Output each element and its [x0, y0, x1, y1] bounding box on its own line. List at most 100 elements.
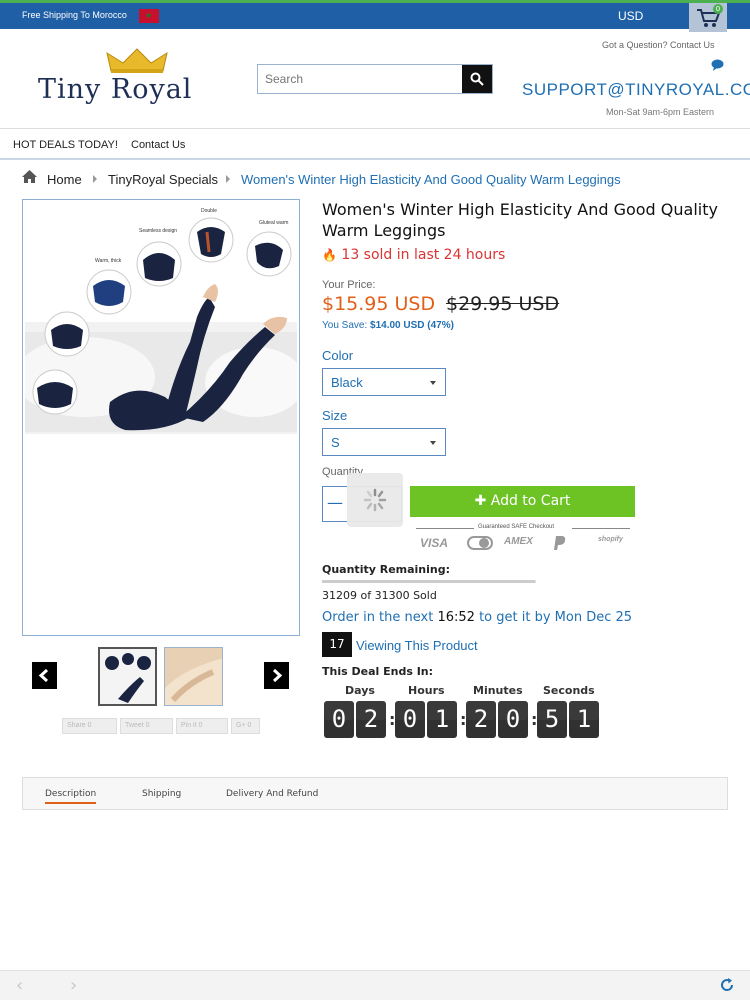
shopify-icon: shopify — [598, 536, 623, 543]
product-photo: Double Seamless design Warm, thick Glute… — [25, 202, 297, 434]
countdown-digit: 2 — [466, 701, 496, 738]
add-to-cart-label: Add to Cart — [490, 493, 571, 509]
delivery-estimate: Order in the next 16:52 to get it by Mon… — [322, 610, 632, 625]
breadcrumb-current: Women's Winter High Elasticity And Good … — [241, 172, 621, 187]
twitter-share-button[interactable]: Tweet 0 — [120, 718, 173, 734]
image-callout-double: Double — [201, 208, 217, 214]
leggings-thumbnail-image — [100, 649, 155, 704]
breadcrumb-separator — [93, 175, 97, 183]
top-bar: Free Shipping To Morocco ★ USD 0 — [0, 0, 750, 32]
divider — [572, 528, 630, 529]
add-to-cart-button[interactable]: ✚ Add to Cart — [410, 486, 635, 517]
pinterest-share-button[interactable]: Pin it 0 — [176, 718, 228, 734]
chevron-left-icon — [38, 668, 49, 683]
site-header: Tiny Royal Got a Question? Contact Us SU… — [0, 29, 750, 129]
chevron-down-icon — [430, 441, 436, 445]
countdown-label-minutes: Minutes — [473, 684, 523, 697]
thumbnail-2[interactable] — [164, 647, 223, 706]
chevron-down-icon — [430, 381, 436, 385]
quantity-decrease-button[interactable]: — — [323, 487, 347, 521]
image-callout-gluteal: Gluteal warm — [259, 220, 288, 226]
prev-image-button[interactable] — [32, 662, 57, 689]
plus-icon: ✚ — [474, 493, 487, 509]
tab-description[interactable]: Description — [45, 789, 97, 804]
chat-icon[interactable] — [711, 59, 724, 71]
crown-logo-icon — [106, 48, 168, 73]
support-hours: Mon-Sat 9am-6pm Eastern — [606, 107, 715, 117]
breadcrumb-separator — [226, 175, 230, 183]
you-save-value: $14.00 USD (47%) — [370, 320, 454, 331]
countdown-digit: 1 — [427, 701, 457, 738]
countdown-digit: 1 — [569, 701, 599, 738]
order-time: 16:52 — [437, 610, 475, 625]
search-input[interactable] — [258, 65, 463, 93]
safe-checkout-badges: Guaranteed SAFE Checkout VISA AMEX shopi… — [414, 522, 630, 552]
tab-delivery-refund[interactable]: Delivery And Refund — [226, 789, 318, 799]
refresh-icon[interactable] — [719, 977, 735, 993]
main-nav: HOT DEALS TODAY! Contact Us — [0, 130, 750, 160]
chevron-right-icon — [272, 668, 283, 683]
countdown-label-days: Days — [345, 684, 375, 697]
support-email[interactable]: SUPPORT@TINYROYAL.COM — [522, 80, 750, 100]
countdown-label-seconds: Seconds — [543, 684, 595, 697]
paypal-icon — [554, 536, 566, 550]
product-tabs: Description Shipping Delivery And Refund — [22, 777, 728, 810]
viewing-text: Viewing This Product — [356, 638, 478, 653]
color-select[interactable]: Black — [322, 368, 446, 396]
size-select[interactable]: S — [322, 428, 446, 456]
tab-shipping[interactable]: Shipping — [142, 789, 181, 799]
current-price: $15.95 USD — [322, 293, 436, 315]
countdown-digit: 0 — [324, 701, 354, 738]
sold-recent-text: 13 sold in last 24 hours — [341, 247, 506, 263]
order-suffix: to get it by Mon Dec 25 — [479, 610, 633, 625]
cart-button[interactable]: 0 — [689, 3, 727, 32]
you-save-label: You Save: — [322, 320, 368, 331]
currency-selector[interactable]: USD — [618, 9, 643, 23]
home-icon[interactable] — [22, 170, 37, 183]
back-arrow-icon[interactable]: ‹ — [16, 975, 23, 996]
nav-item-contact[interactable]: Contact Us — [131, 139, 185, 151]
deal-ends-label: This Deal Ends In: — [322, 665, 434, 678]
countdown-digit: 0 — [395, 701, 425, 738]
visa-icon: VISA — [420, 536, 449, 550]
search-button[interactable] — [462, 65, 492, 93]
quantity-remaining-label: Quantity Remaining: — [322, 563, 451, 576]
browser-toolbar: ‹ › — [0, 970, 750, 1000]
sold-recent: 🔥 13 sold in last 24 hours — [322, 247, 505, 263]
thumbnail-strip — [32, 647, 292, 707]
search-bar — [257, 64, 493, 94]
nav-item-hot-deals[interactable]: HOT DEALS TODAY! — [13, 139, 118, 151]
color-select-value: Black — [331, 375, 363, 390]
google-plus-share-button[interactable]: G+ 0 — [231, 718, 260, 734]
next-image-button[interactable] — [264, 662, 289, 689]
original-price: $29.95 USD — [446, 293, 560, 315]
mastercard-icon — [467, 536, 493, 550]
breadcrumb-category[interactable]: TinyRoyal Specials — [108, 172, 218, 187]
knit-fabric-thumbnail-image — [165, 648, 222, 705]
fire-icon: 🔥 — [322, 248, 337, 262]
site-logo[interactable]: Tiny Royal — [38, 74, 192, 105]
countdown-digit: 5 — [537, 701, 567, 738]
morocco-flag-icon: ★ — [139, 9, 159, 23]
quantity-sold: 31209 of 31300 Sold — [322, 589, 437, 602]
product-image-frame[interactable]: Double Seamless design Warm, thick Glute… — [22, 199, 300, 636]
color-label: Color — [322, 348, 354, 363]
size-select-value: S — [331, 435, 340, 450]
contact-question[interactable]: Got a Question? Contact Us — [602, 40, 715, 50]
you-save: You Save: $14.00 USD (47%) — [322, 320, 454, 331]
quantity-progress-bar — [322, 580, 536, 583]
amex-icon: AMEX — [504, 536, 533, 547]
price-label: Your Price: — [322, 279, 376, 291]
breadcrumb-home[interactable]: Home — [47, 172, 82, 187]
thumbnail-1[interactable] — [98, 647, 157, 706]
cart-count-badge: 0 — [713, 4, 723, 14]
image-callout-seamless: Seamless design — [139, 228, 177, 234]
image-callout-warm: Warm, thick — [95, 258, 122, 264]
facebook-share-button[interactable]: Share 0 — [62, 718, 117, 734]
divider — [416, 528, 474, 529]
forward-arrow-icon[interactable]: › — [70, 975, 77, 996]
quantity-progress-fill — [322, 580, 536, 583]
order-prefix: Order in the next — [322, 610, 434, 625]
search-icon — [470, 72, 484, 86]
safe-checkout-caption: Guaranteed SAFE Checkout — [478, 524, 555, 530]
